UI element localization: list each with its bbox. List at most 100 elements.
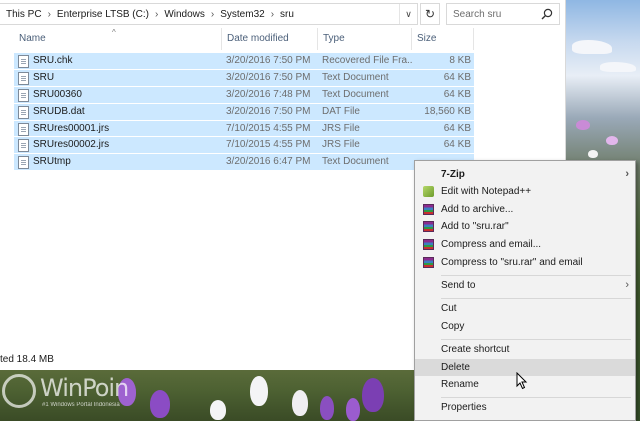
menu-separator <box>441 397 631 398</box>
menu-item-properties[interactable]: Properties <box>415 399 635 416</box>
search-input[interactable] <box>453 8 539 20</box>
text-document-icon <box>18 71 29 85</box>
breadcrumb-drive[interactable]: Enterprise LTSB (C:) <box>57 9 149 20</box>
column-header-name[interactable]: Name <box>14 28 222 50</box>
menu-item-add-to-archive[interactable]: Add to archive... <box>415 201 635 218</box>
wallpaper-flower <box>576 120 590 130</box>
file-row-srures00001-jrs[interactable]: SRUres00001.jrs 7/10/2015 4:55 PM JRS Fi… <box>14 120 474 138</box>
wallpaper-flower <box>362 378 384 412</box>
file-row-sru00360[interactable]: SRU00360 3/20/2016 7:48 PM Text Document… <box>14 86 474 104</box>
file-row-srutmp[interactable]: SRUtmp 3/20/2016 6:47 PM Text Document <box>14 154 474 172</box>
file-row-sru[interactable]: SRU 3/20/2016 7:50 PM Text Document 64 K… <box>14 69 474 87</box>
file-name: SRUDB.dat <box>33 105 85 117</box>
menu-item-add-to-sru-rar[interactable]: Add to "sru.rar" <box>415 218 635 235</box>
search-box[interactable] <box>446 3 560 25</box>
menu-item-label: Properties <box>441 402 487 413</box>
notepad-plus-plus-icon <box>423 186 434 197</box>
file-list: SRU.chk 3/20/2016 7:50 PM Recovered File… <box>14 53 474 172</box>
wallpaper-flower <box>346 398 360 421</box>
column-header-type[interactable]: Type <box>318 28 412 50</box>
breadcrumb-windows[interactable]: Windows <box>164 9 205 20</box>
file-type: JRS File <box>322 139 360 151</box>
menu-item-cut[interactable]: Cut <box>415 300 635 317</box>
chevron-right-icon: › <box>625 168 629 180</box>
menu-item-label: Compress to "sru.rar" and email <box>441 257 583 268</box>
winrar-icon <box>423 204 434 215</box>
breadcrumb-separator-icon[interactable]: › <box>48 9 51 20</box>
breadcrumb-separator-icon[interactable]: › <box>155 9 158 20</box>
column-header-size[interactable]: Size <box>412 28 474 50</box>
file-date: 3/20/2016 7:48 PM <box>226 88 311 100</box>
file-date: 3/20/2016 6:47 PM <box>226 156 311 168</box>
file-size: 64 KB <box>443 139 471 151</box>
file-size: 8 KB <box>449 55 471 66</box>
wallpaper-snow-patch <box>600 62 636 72</box>
column-header-date-modified[interactable]: Date modified <box>222 28 318 50</box>
mouse-pointer-icon <box>516 372 528 390</box>
menu-item-edit-with-notepad[interactable]: Edit with Notepad++ <box>415 183 635 200</box>
menu-separator <box>441 275 631 276</box>
wallpaper-flower <box>588 150 598 158</box>
file-date: 7/10/2015 4:55 PM <box>226 122 311 134</box>
winrar-icon <box>423 239 434 250</box>
file-row-srudb-dat[interactable]: SRUDB.dat 3/20/2016 7:50 PM DAT File 18,… <box>14 103 474 121</box>
breadcrumb-sru[interactable]: sru <box>280 9 294 20</box>
menu-separator <box>441 339 631 340</box>
file-name: SRU.chk <box>33 55 73 66</box>
file-date: 7/10/2015 4:55 PM <box>226 139 311 151</box>
wallpaper-flower <box>292 390 308 416</box>
menu-item-7zip[interactable]: 7-Zip › <box>415 166 635 183</box>
winpoin-logo-icon <box>2 374 36 408</box>
watermark-tagline: #1 Windows Portal Indonesia <box>42 402 120 408</box>
refresh-icon[interactable]: ↻ <box>420 3 440 25</box>
menu-item-compress-and-email[interactable]: Compress and email... <box>415 236 635 253</box>
menu-item-label: Copy <box>441 321 465 332</box>
menu-item-label: Add to archive... <box>441 204 514 215</box>
menu-item-label: Rename <box>441 379 479 390</box>
wallpaper-flower <box>150 390 170 418</box>
menu-item-label: Edit with Notepad++ <box>441 186 532 197</box>
menu-item-send-to[interactable]: Send to › <box>415 277 635 294</box>
file-icon <box>18 139 29 153</box>
wallpaper-flower <box>210 400 226 420</box>
file-date: 3/20/2016 7:50 PM <box>226 55 311 66</box>
address-bar[interactable]: This PC › Enterprise LTSB (C:) › Windows… <box>0 3 418 25</box>
address-history-dropdown-icon[interactable]: ∨ <box>399 4 417 24</box>
file-date: 3/20/2016 7:50 PM <box>226 71 311 83</box>
file-type: Text Document <box>322 88 389 100</box>
menu-item-label: Create shortcut <box>441 344 510 355</box>
winrar-icon <box>423 221 434 232</box>
text-document-icon <box>18 156 29 170</box>
file-row-srures00002-jrs[interactable]: SRUres00002.jrs 7/10/2015 4:55 PM JRS Fi… <box>14 137 474 155</box>
breadcrumb-separator-icon[interactable]: › <box>271 9 274 20</box>
menu-item-copy[interactable]: Copy <box>415 318 635 335</box>
watermark: WinPoin #1 Windows Portal Indonesia <box>2 372 152 412</box>
menu-item-label: Add to "sru.rar" <box>441 221 509 232</box>
file-size: 18,560 KB <box>424 105 471 117</box>
status-bar-selection-size: ted 18.4 MB <box>0 354 54 365</box>
file-date: 3/20/2016 7:50 PM <box>226 105 311 117</box>
menu-item-label: Send to <box>441 280 476 291</box>
file-type: JRS File <box>322 122 360 134</box>
file-row-sru-chk[interactable]: SRU.chk 3/20/2016 7:50 PM Recovered File… <box>14 53 474 70</box>
search-icon[interactable] <box>541 8 553 20</box>
sort-ascending-icon: ^ <box>112 28 116 37</box>
menu-item-compress-to-sru-rar-and-email[interactable]: Compress to "sru.rar" and email <box>415 254 635 271</box>
breadcrumb-this-pc[interactable]: This PC <box>6 9 42 20</box>
file-name: SRUres00001.jrs <box>33 122 110 134</box>
text-document-icon <box>18 88 29 102</box>
wallpaper-flower <box>606 136 618 145</box>
file-type: Recovered File Fra... <box>322 55 412 66</box>
menu-separator <box>441 298 631 299</box>
file-type: Text Document <box>322 71 389 83</box>
file-type: Text Document <box>322 156 389 168</box>
menu-item-label: Delete <box>441 362 470 373</box>
breadcrumb-separator-icon[interactable]: › <box>211 9 214 20</box>
file-name: SRUtmp <box>33 156 71 168</box>
address-row: This PC › Enterprise LTSB (C:) › Windows… <box>0 3 566 25</box>
wallpaper-snow-patch <box>572 40 612 54</box>
menu-item-create-shortcut[interactable]: Create shortcut <box>415 341 635 358</box>
breadcrumb-system32[interactable]: System32 <box>220 9 264 20</box>
file-size: 64 KB <box>443 88 471 100</box>
file-icon <box>18 55 29 68</box>
